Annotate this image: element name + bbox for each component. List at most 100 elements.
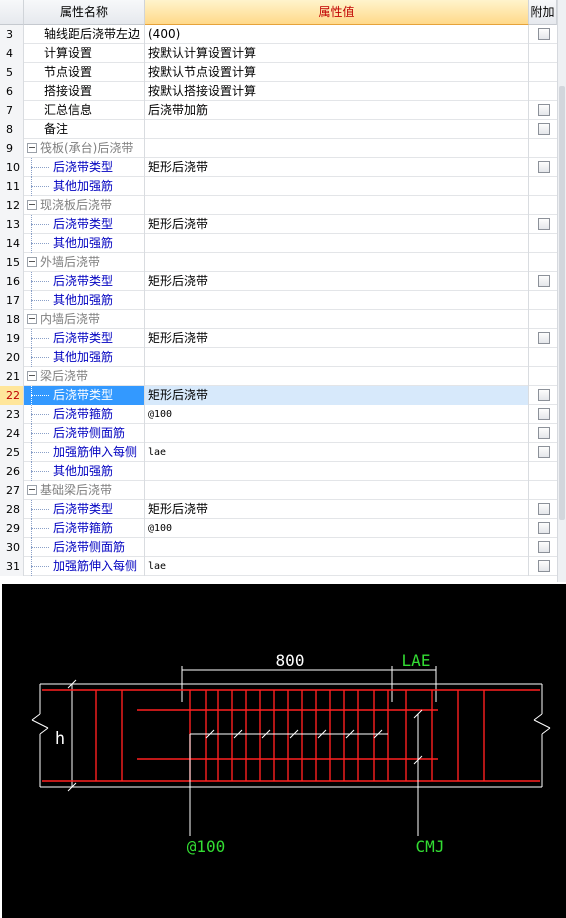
column-header-extra[interactable]: 附加 bbox=[529, 0, 557, 25]
property-row[interactable]: 5 节点设置 按默认节点设置计算 bbox=[0, 63, 557, 82]
property-group-name[interactable]: 梁后浇带 bbox=[24, 367, 145, 386]
property-row[interactable]: 28 后浇带类型 矩形后浇带 bbox=[0, 500, 557, 519]
property-value[interactable] bbox=[145, 462, 529, 481]
property-value[interactable]: 按默认搭接设置计算 bbox=[145, 82, 529, 101]
property-value[interactable] bbox=[145, 291, 529, 310]
property-row[interactable]: 27 基础梁后浇带 bbox=[0, 481, 557, 500]
property-row[interactable]: 11 其他加强筋 bbox=[0, 177, 557, 196]
property-name[interactable]: 汇总信息 bbox=[24, 101, 145, 120]
extra-checkbox[interactable] bbox=[538, 427, 550, 439]
property-group-name[interactable]: 基础梁后浇带 bbox=[24, 481, 145, 500]
property-row[interactable]: 16 后浇带类型 矩形后浇带 bbox=[0, 272, 557, 291]
column-header-name[interactable]: 属性名称 bbox=[24, 0, 145, 25]
property-row[interactable]: 10 后浇带类型 矩形后浇带 bbox=[0, 158, 557, 177]
property-row[interactable]: 8 备注 bbox=[0, 120, 557, 139]
property-name[interactable]: 后浇带侧面筋 bbox=[24, 538, 145, 557]
property-value[interactable]: lae bbox=[145, 443, 529, 462]
property-row[interactable]: 4 计算设置 按默认计算设置计算 bbox=[0, 44, 557, 63]
extra-checkbox[interactable] bbox=[538, 389, 550, 401]
property-row[interactable]: 13 后浇带类型 矩形后浇带 bbox=[0, 215, 557, 234]
extra-checkbox[interactable] bbox=[538, 541, 550, 553]
extra-checkbox[interactable] bbox=[538, 123, 550, 135]
collapse-icon[interactable] bbox=[27, 257, 37, 267]
extra-checkbox[interactable] bbox=[538, 503, 550, 515]
property-row[interactable]: 31 加强筋伸入每侧 lae bbox=[0, 557, 557, 576]
property-row[interactable]: 12 现浇板后浇带 bbox=[0, 196, 557, 215]
scrollbar-thumb[interactable] bbox=[559, 86, 565, 520]
property-name[interactable]: 后浇带类型 bbox=[24, 329, 145, 348]
property-name[interactable]: 加强筋伸入每侧 bbox=[24, 443, 145, 462]
property-row[interactable]: 22 后浇带类型 矩形后浇带 bbox=[0, 386, 557, 405]
property-name[interactable]: 其他加强筋 bbox=[24, 348, 145, 367]
extra-checkbox[interactable] bbox=[538, 275, 550, 287]
collapse-icon[interactable] bbox=[27, 314, 37, 324]
property-name[interactable]: 后浇带类型 bbox=[24, 500, 145, 519]
property-value[interactable] bbox=[145, 253, 529, 272]
property-value[interactable] bbox=[145, 120, 529, 139]
property-name[interactable]: 其他加强筋 bbox=[24, 177, 145, 196]
property-value[interactable]: (400) bbox=[145, 25, 529, 44]
property-row[interactable]: 21 梁后浇带 bbox=[0, 367, 557, 386]
property-row[interactable]: 7 汇总信息 后浇带加筋 bbox=[0, 101, 557, 120]
property-value[interactable] bbox=[145, 348, 529, 367]
property-value[interactable] bbox=[145, 139, 529, 158]
extra-checkbox[interactable] bbox=[538, 28, 550, 40]
property-name[interactable]: 后浇带侧面筋 bbox=[24, 424, 145, 443]
extra-checkbox[interactable] bbox=[538, 408, 550, 420]
property-row[interactable]: 17 其他加强筋 bbox=[0, 291, 557, 310]
property-row[interactable]: 3 轴线距后浇带左边 (400) bbox=[0, 25, 557, 44]
property-value[interactable]: 后浇带加筋 bbox=[145, 101, 529, 120]
column-header-value[interactable]: 属性值 bbox=[145, 0, 529, 25]
property-group-name[interactable]: 现浇板后浇带 bbox=[24, 196, 145, 215]
property-value[interactable]: 矩形后浇带 bbox=[145, 215, 529, 234]
collapse-icon[interactable] bbox=[27, 371, 37, 381]
property-value[interactable] bbox=[145, 538, 529, 557]
property-name[interactable]: 后浇带箍筋 bbox=[24, 519, 145, 538]
property-value[interactable]: 矩形后浇带 bbox=[145, 158, 529, 177]
property-value[interactable]: 按默认计算设置计算 bbox=[145, 44, 529, 63]
property-row[interactable]: 15 外墙后浇带 bbox=[0, 253, 557, 272]
property-row[interactable]: 24 后浇带侧面筋 bbox=[0, 424, 557, 443]
property-name[interactable]: 加强筋伸入每侧 bbox=[24, 557, 145, 576]
extra-checkbox[interactable] bbox=[538, 218, 550, 230]
property-value[interactable] bbox=[145, 481, 529, 500]
property-row[interactable]: 14 其他加强筋 bbox=[0, 234, 557, 253]
property-row[interactable]: 19 后浇带类型 矩形后浇带 bbox=[0, 329, 557, 348]
collapse-icon[interactable] bbox=[27, 485, 37, 495]
property-name[interactable]: 后浇带类型 bbox=[24, 272, 145, 291]
property-value[interactable]: lae bbox=[145, 557, 529, 576]
property-name[interactable]: 后浇带类型 bbox=[24, 386, 145, 405]
property-row[interactable]: 30 后浇带侧面筋 bbox=[0, 538, 557, 557]
property-value[interactable] bbox=[145, 234, 529, 253]
extra-checkbox[interactable] bbox=[538, 161, 550, 173]
collapse-icon[interactable] bbox=[27, 143, 37, 153]
property-value[interactable] bbox=[145, 196, 529, 215]
property-row[interactable]: 23 后浇带箍筋 @100 bbox=[0, 405, 557, 424]
property-name[interactable]: 其他加强筋 bbox=[24, 291, 145, 310]
property-row[interactable]: 25 加强筋伸入每侧 lae bbox=[0, 443, 557, 462]
property-group-name[interactable]: 筏板(承台)后浇带 bbox=[24, 139, 145, 158]
collapse-icon[interactable] bbox=[27, 200, 37, 210]
extra-checkbox[interactable] bbox=[538, 104, 550, 116]
property-name[interactable]: 备注 bbox=[24, 120, 145, 139]
property-name[interactable]: 节点设置 bbox=[24, 63, 145, 82]
extra-checkbox[interactable] bbox=[538, 522, 550, 534]
property-name[interactable]: 后浇带类型 bbox=[24, 215, 145, 234]
extra-checkbox[interactable] bbox=[538, 560, 550, 572]
property-value[interactable] bbox=[145, 177, 529, 196]
property-group-name[interactable]: 内墙后浇带 bbox=[24, 310, 145, 329]
property-value[interactable]: @100 bbox=[145, 405, 529, 424]
property-row[interactable]: 29 后浇带箍筋 @100 bbox=[0, 519, 557, 538]
property-row[interactable]: 20 其他加强筋 bbox=[0, 348, 557, 367]
property-name[interactable]: 计算设置 bbox=[24, 44, 145, 63]
property-value[interactable]: 矩形后浇带 bbox=[145, 500, 529, 519]
property-value[interactable]: 矩形后浇带 bbox=[145, 329, 529, 348]
property-name[interactable]: 后浇带类型 bbox=[24, 158, 145, 177]
property-name[interactable]: 其他加强筋 bbox=[24, 234, 145, 253]
property-value[interactable]: @100 bbox=[145, 519, 529, 538]
property-value[interactable] bbox=[145, 367, 529, 386]
property-row[interactable]: 26 其他加强筋 bbox=[0, 462, 557, 481]
extra-checkbox[interactable] bbox=[538, 446, 550, 458]
property-group-name[interactable]: 外墙后浇带 bbox=[24, 253, 145, 272]
property-name[interactable]: 其他加强筋 bbox=[24, 462, 145, 481]
